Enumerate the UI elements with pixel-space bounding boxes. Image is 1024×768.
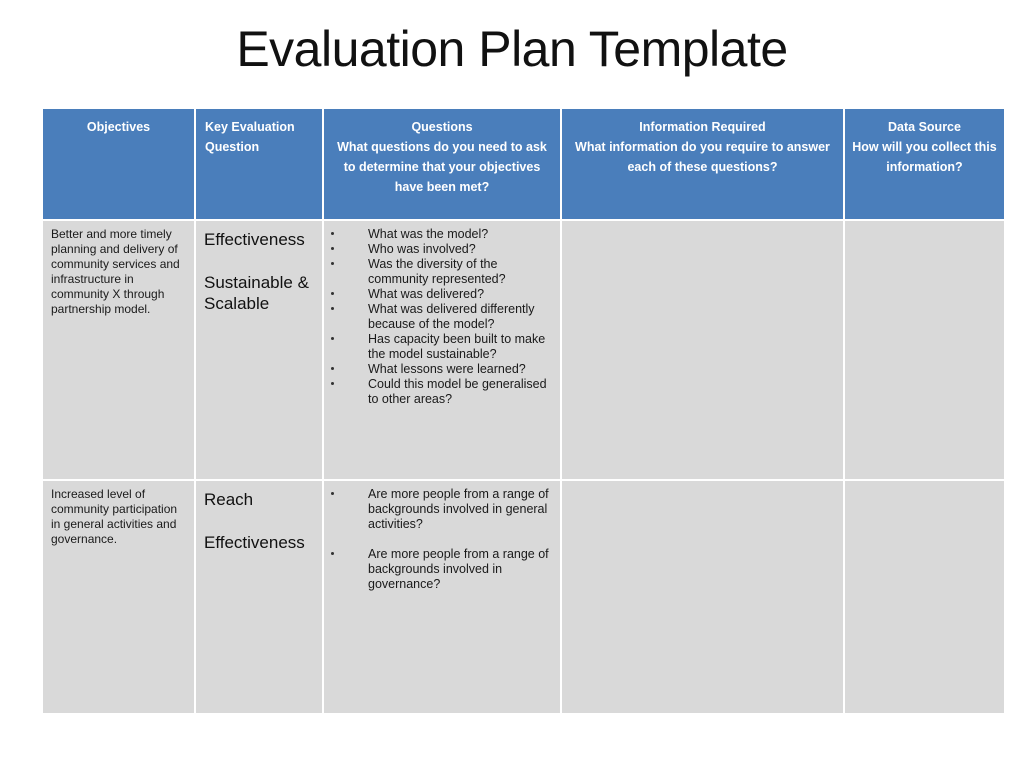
bullet-icon	[331, 382, 334, 385]
question-item: Are more people from a range of backgrou…	[324, 547, 552, 592]
cell-data-source[interactable]	[845, 481, 1004, 713]
question-item: What lessons were learned?	[324, 362, 552, 377]
column-header-information-required: Information Required What information do…	[562, 109, 843, 219]
cell-key-evaluation-question[interactable]: Effectiveness Sustainable & Scalable	[196, 221, 322, 479]
cell-information-required[interactable]	[562, 481, 843, 713]
table-row: Better and more timely planning and deli…	[43, 221, 1006, 479]
question-text: What was the model?	[368, 227, 489, 241]
column-header-title: Questions	[411, 120, 473, 134]
column-header-title: Objectives	[86, 120, 151, 134]
question-text: What was delivered differently because o…	[368, 302, 535, 331]
bullet-icon	[331, 367, 334, 370]
key-evaluation-question-item: Effectiveness	[204, 533, 305, 552]
question-item: Was the diversity of the community repre…	[324, 257, 552, 287]
question-item: What was the model?	[324, 227, 552, 242]
information-required-text	[562, 221, 843, 227]
cell-information-required[interactable]	[562, 221, 843, 479]
question-text: Has capacity been built to make the mode…	[368, 332, 546, 361]
key-evaluation-question-list: Effectiveness Sustainable & Scalable	[196, 221, 322, 314]
column-header-title: Key Evaluation Question	[205, 120, 295, 154]
bullet-icon	[331, 492, 334, 495]
column-header-key-evaluation-question: Key Evaluation Question	[196, 109, 322, 219]
data-source-text	[845, 221, 1004, 227]
key-evaluation-question-item: Sustainable & Scalable	[204, 273, 309, 313]
evaluation-plan-table: Objectives Key Evaluation Question Quest…	[43, 109, 1006, 713]
objective-text: Increased level of community participati…	[51, 487, 178, 546]
column-header-data-source: Data Source How will you collect this in…	[845, 109, 1004, 219]
cell-objective[interactable]: Better and more timely planning and deli…	[43, 221, 194, 479]
column-header-subtitle: What information do you require to answe…	[575, 140, 830, 174]
objective-text: Better and more timely planning and deli…	[51, 227, 180, 316]
bullet-icon	[331, 337, 334, 340]
bullet-icon	[331, 552, 334, 555]
column-header-title: Information Required	[639, 120, 766, 134]
question-item: Are more people from a range of backgrou…	[324, 487, 552, 532]
column-header-subtitle: What questions do you need to ask to det…	[337, 140, 547, 194]
question-item: What was delivered?	[324, 287, 552, 302]
column-header-subtitle: How will you collect this information?	[852, 140, 997, 174]
data-source-text	[845, 481, 1004, 487]
cell-key-evaluation-question[interactable]: Reach Effectiveness	[196, 481, 322, 713]
question-item: Has capacity been built to make the mode…	[324, 332, 552, 362]
bullet-icon	[331, 232, 334, 235]
key-evaluation-question-list: Reach Effectiveness	[196, 481, 322, 553]
key-evaluation-question-item: Reach	[204, 490, 254, 509]
question-item: Could this model be generalised to other…	[324, 377, 552, 407]
table-header-row: Objectives Key Evaluation Question Quest…	[43, 109, 1006, 219]
question-text: Are more people from a range of backgrou…	[368, 487, 549, 531]
bullet-icon	[331, 262, 334, 265]
question-text: Who was involved?	[368, 242, 476, 256]
column-header-title: Data Source	[888, 120, 961, 134]
question-text: Could this model be generalised to other…	[368, 377, 547, 406]
cell-questions[interactable]: Are more people from a range of backgrou…	[324, 481, 560, 713]
question-text: What lessons were learned?	[368, 362, 526, 376]
table-row: Increased level of community participati…	[43, 481, 1006, 713]
question-item: What was delivered differently because o…	[324, 302, 552, 332]
bullet-icon	[331, 292, 334, 295]
questions-list: Are more people from a range of backgrou…	[324, 481, 560, 592]
question-text: Was the diversity of the community repre…	[368, 257, 506, 286]
bullet-icon	[331, 307, 334, 310]
cell-data-source[interactable]	[845, 221, 1004, 479]
key-evaluation-question-item: Effectiveness	[204, 230, 305, 249]
bullet-icon	[331, 247, 334, 250]
cell-objective[interactable]: Increased level of community participati…	[43, 481, 194, 713]
cell-questions[interactable]: What was the model? Who was involved? Wa…	[324, 221, 560, 479]
question-text: Are more people from a range of backgrou…	[368, 547, 549, 591]
question-item: Who was involved?	[324, 242, 552, 257]
column-header-objectives: Objectives	[43, 109, 194, 219]
column-header-questions: Questions What questions do you need to …	[324, 109, 560, 219]
page-title: Evaluation Plan Template	[236, 21, 788, 77]
question-text: What was delivered?	[368, 287, 485, 301]
questions-list: What was the model? Who was involved? Wa…	[324, 221, 560, 407]
information-required-text	[562, 481, 843, 487]
